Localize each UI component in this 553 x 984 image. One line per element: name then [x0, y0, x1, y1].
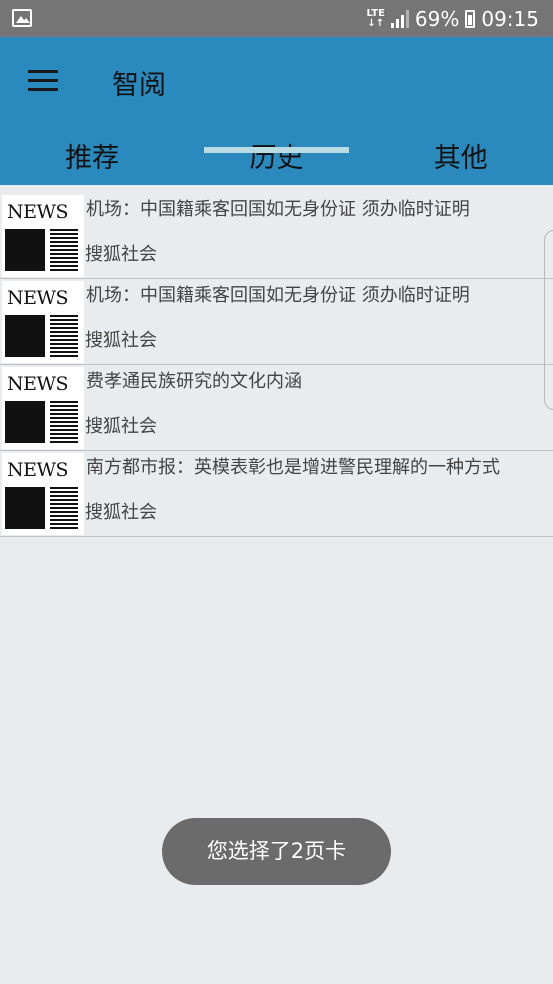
news-source: 搜狐社会 — [85, 502, 157, 523]
toast-message: 您选择了2页卡 — [162, 818, 391, 885]
tab-history[interactable]: 历史 — [184, 132, 368, 185]
news-item[interactable]: NEWS 机场：中国籍乘客回国如无身份证 须办临时证明 搜狐社会 — [0, 193, 553, 279]
signal-icon — [390, 9, 409, 28]
status-indicators: LTE ↓↑ 69% 09:15 — [367, 0, 539, 37]
app-title: 智阅 — [112, 70, 166, 101]
lte-icon: LTE ↓↑ — [366, 7, 385, 29]
thumbnail-text-lines — [50, 487, 78, 529]
news-title: 费孝通民族研究的文化内涵 — [86, 371, 302, 392]
news-item[interactable]: NEWS 南方都市报：英模表彰也是增进警民理解的一种方式 搜狐社会 — [0, 451, 553, 537]
news-title: 南方都市报：英模表彰也是增进警民理解的一种方式 — [86, 457, 500, 478]
news-thumbnail-word: NEWS — [7, 201, 69, 223]
news-list: NEWS 机场：中国籍乘客回国如无身份证 须办临时证明 搜狐社会 NEWS 机场… — [0, 193, 553, 537]
news-item[interactable]: NEWS 费孝通民族研究的文化内涵 搜狐社会 — [0, 365, 553, 451]
thumbnail-text-lines — [50, 401, 78, 443]
tab-other[interactable]: 其他 — [369, 132, 553, 185]
status-bar: LTE ↓↑ 69% 09:15 — [0, 0, 553, 37]
thumbnail-photo-block — [5, 401, 45, 443]
news-thumbnail-word: NEWS — [7, 373, 69, 395]
news-thumbnail: NEWS — [2, 367, 84, 449]
thumbnail-photo-block — [5, 315, 45, 357]
news-source: 搜狐社会 — [85, 330, 157, 351]
hamburger-menu-icon[interactable] — [28, 70, 58, 92]
news-thumbnail: NEWS — [2, 281, 84, 363]
gallery-icon — [12, 9, 32, 27]
news-thumbnail-word: NEWS — [7, 287, 69, 309]
thumbnail-text-lines — [50, 315, 78, 357]
battery-percent: 69% — [414, 6, 460, 31]
news-title: 机场：中国籍乘客回国如无身份证 须办临时证明 — [86, 199, 470, 220]
news-thumbnail: NEWS — [2, 195, 84, 277]
news-source: 搜狐社会 — [85, 244, 157, 265]
news-thumbnail: NEWS — [2, 453, 84, 535]
news-title: 机场：中国籍乘客回国如无身份证 须办临时证明 — [86, 285, 470, 306]
news-thumbnail-word: NEWS — [7, 459, 69, 481]
app-bar: 智阅 推荐 历史 其他 — [0, 37, 553, 185]
thumbnail-text-lines — [50, 229, 78, 271]
scroll-edge-handle[interactable] — [544, 230, 553, 410]
news-source: 搜狐社会 — [85, 416, 157, 437]
clock: 09:15 — [481, 6, 539, 31]
tab-recommend[interactable]: 推荐 — [0, 132, 184, 185]
selected-tab-indicator — [204, 147, 349, 153]
tab-bar: 推荐 历史 其他 — [0, 132, 553, 185]
news-item[interactable]: NEWS 机场：中国籍乘客回国如无身份证 须办临时证明 搜狐社会 — [0, 279, 553, 365]
battery-icon — [465, 9, 476, 28]
thumbnail-photo-block — [5, 487, 45, 529]
thumbnail-photo-block — [5, 229, 45, 271]
